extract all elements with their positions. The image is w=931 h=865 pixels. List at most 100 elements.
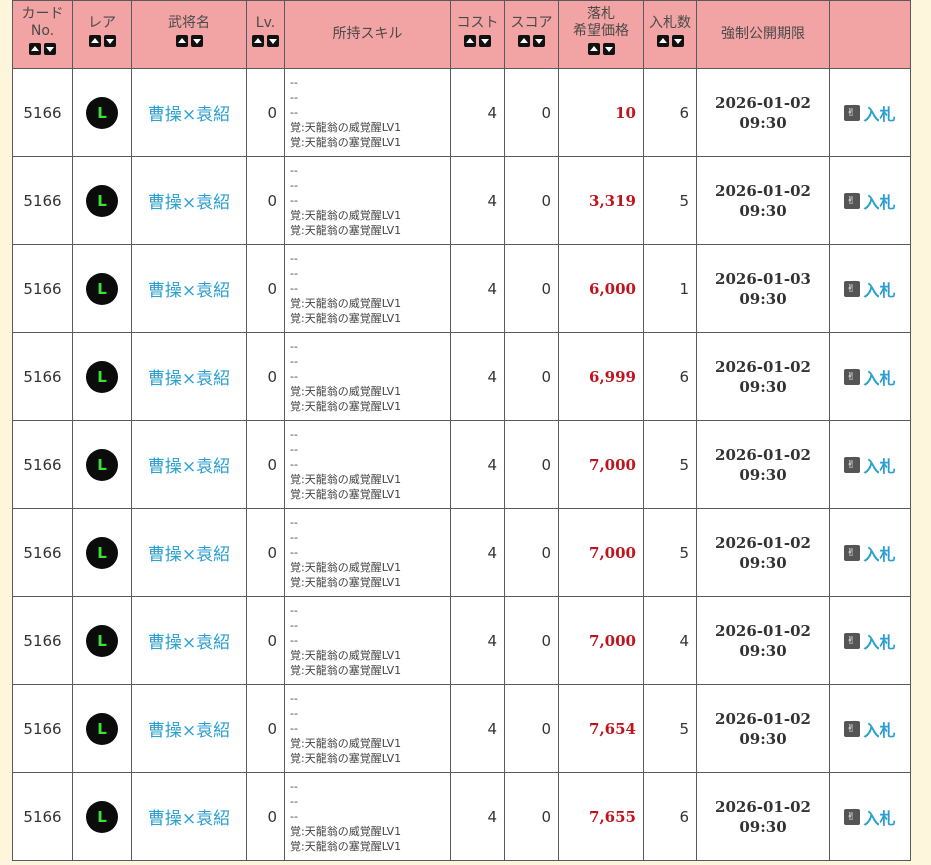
general-name-link[interactable]: 曹操×袁紹 bbox=[148, 193, 230, 213]
skill-line: 覚:天龍翁の威覚醒LV1 bbox=[290, 297, 402, 310]
action-cell: 入札 bbox=[829, 684, 911, 773]
bid-label: 入札 bbox=[863, 632, 896, 652]
card-no: 5166 bbox=[12, 332, 73, 421]
bid-button[interactable]: 入札 bbox=[844, 453, 896, 477]
deadline-time: 09:30 bbox=[739, 201, 787, 220]
rarity-badge-icon: L bbox=[86, 624, 118, 657]
sort-asc-icon[interactable] bbox=[518, 35, 530, 47]
bid-button[interactable]: 入札 bbox=[844, 717, 896, 741]
bid-label: 入札 bbox=[863, 720, 896, 740]
action-cell: 入札 bbox=[829, 772, 911, 861]
general-name-cell: 曹操×袁紹 bbox=[131, 684, 247, 773]
general-name-cell: 曹操×袁紹 bbox=[131, 156, 247, 245]
sort-desc-icon[interactable] bbox=[671, 35, 684, 47]
bid-label: 入札 bbox=[863, 368, 896, 388]
skill-line: -- bbox=[290, 76, 298, 89]
general-name-link[interactable]: 曹操×袁紹 bbox=[148, 281, 230, 301]
skill-line: 覚:天龍翁の威覚醒LV1 bbox=[290, 473, 402, 486]
skill-line: 覚:天龍翁の威覚醒LV1 bbox=[290, 561, 402, 574]
sort-asc-icon[interactable] bbox=[464, 35, 476, 47]
sort-desc-icon[interactable] bbox=[479, 35, 491, 47]
skills-cell: -- -- -- 覚:天龍翁の威覚醒LV1 覚:天龍翁の塞覚醒LV1 bbox=[284, 420, 451, 509]
score: 0 bbox=[504, 420, 559, 509]
desired-price: 7,654 bbox=[558, 684, 644, 773]
level: 0 bbox=[246, 508, 285, 597]
sort-desc-icon[interactable] bbox=[602, 43, 615, 55]
bid-button[interactable]: 入札 bbox=[844, 189, 896, 213]
table-row: 5166 L 曹操×袁紹 0 -- -- -- 覚:天龍翁の威覚醒LV1 覚:天龍翁の塞… bbox=[12, 332, 911, 421]
score: 0 bbox=[504, 68, 559, 157]
action-cell: 入札 bbox=[829, 332, 911, 421]
deadline-date: 2026-01-02 bbox=[715, 709, 811, 728]
skills-cell: -- -- -- 覚:天龍翁の威覚醒LV1 覚:天龍翁の塞覚醒LV1 bbox=[284, 244, 451, 333]
action-cell: 入札 bbox=[829, 596, 911, 685]
header-card-no: カード No. bbox=[12, 0, 73, 69]
header-skills-label: 所持スキル bbox=[332, 26, 403, 42]
skill-line: 覚:天龍翁の塞覚醒LV1 bbox=[290, 576, 402, 589]
card-no: 5166 bbox=[12, 244, 73, 333]
level: 0 bbox=[246, 244, 285, 333]
bid-button[interactable]: 入札 bbox=[844, 365, 896, 389]
sort-card-no bbox=[29, 43, 56, 55]
deadline-date: 2026-01-02 bbox=[715, 621, 811, 640]
card-no: 5166 bbox=[12, 156, 73, 245]
skill-line: -- bbox=[290, 267, 298, 280]
card-no: 5166 bbox=[12, 420, 73, 509]
skills-cell: -- -- -- 覚:天龍翁の威覚醒LV1 覚:天龍翁の塞覚醒LV1 bbox=[284, 508, 451, 597]
skill-line: -- bbox=[290, 164, 298, 177]
header-rarity: レア bbox=[72, 0, 132, 69]
header-cost-label: コスト bbox=[456, 15, 499, 31]
skill-line: -- bbox=[290, 722, 298, 735]
general-name-link[interactable]: 曹操×袁紹 bbox=[148, 369, 230, 389]
bid-hand-icon bbox=[844, 808, 861, 825]
bid-button[interactable]: 入札 bbox=[844, 277, 896, 301]
sort-asc-icon[interactable] bbox=[252, 35, 264, 47]
deadline-time: 09:30 bbox=[739, 377, 787, 396]
header-price-line2: 希望価格 bbox=[573, 23, 629, 39]
score: 0 bbox=[504, 772, 559, 861]
auction-list: カード No. レア 武将名 Lv. 所持スキル コスト スコア 落札 希望価格… bbox=[12, 0, 911, 861]
deadline: 2026-01-02 09:30 bbox=[696, 332, 830, 421]
level: 0 bbox=[246, 68, 285, 157]
deadline-time: 09:30 bbox=[739, 289, 787, 308]
general-name-cell: 曹操×袁紹 bbox=[131, 332, 247, 421]
sort-desc-icon[interactable] bbox=[533, 35, 545, 47]
bid-button[interactable]: 入札 bbox=[844, 101, 896, 125]
skills-cell: -- -- -- 覚:天龍翁の威覚醒LV1 覚:天龍翁の塞覚醒LV1 bbox=[284, 156, 451, 245]
bid-button[interactable]: 入札 bbox=[844, 541, 896, 565]
bid-button[interactable]: 入札 bbox=[844, 805, 896, 829]
skill-line: 覚:天龍翁の塞覚醒LV1 bbox=[290, 488, 402, 501]
header-name: 武将名 bbox=[131, 0, 247, 69]
sort-asc-icon[interactable] bbox=[175, 35, 188, 47]
sort-desc-icon[interactable] bbox=[103, 35, 116, 47]
header-score: スコア bbox=[504, 0, 559, 69]
cost: 4 bbox=[450, 772, 505, 861]
skill-line: 覚:天龍翁の塞覚醒LV1 bbox=[290, 400, 402, 413]
bid-label: 入札 bbox=[863, 456, 896, 476]
skill-line: 覚:天龍翁の塞覚醒LV1 bbox=[290, 840, 402, 853]
sort-desc-icon[interactable] bbox=[267, 35, 279, 47]
general-name-link[interactable]: 曹操×袁紹 bbox=[148, 809, 230, 829]
sort-asc-icon[interactable] bbox=[656, 35, 669, 47]
rarity-badge-icon: L bbox=[86, 536, 118, 569]
cost: 4 bbox=[450, 68, 505, 157]
general-name-link[interactable]: 曹操×袁紹 bbox=[148, 457, 230, 477]
cost: 4 bbox=[450, 332, 505, 421]
action-cell: 入札 bbox=[829, 508, 911, 597]
skills-cell: -- -- -- 覚:天龍翁の威覚醒LV1 覚:天龍翁の塞覚醒LV1 bbox=[284, 596, 451, 685]
sort-desc-icon[interactable] bbox=[190, 35, 203, 47]
sort-desc-icon[interactable] bbox=[44, 43, 56, 55]
deadline-date: 2026-01-02 bbox=[715, 533, 811, 552]
desired-price: 7,655 bbox=[558, 772, 644, 861]
bid-button[interactable]: 入札 bbox=[844, 629, 896, 653]
general-name-link[interactable]: 曹操×袁紹 bbox=[148, 105, 230, 125]
general-name-link[interactable]: 曹操×袁紹 bbox=[148, 633, 230, 653]
header-deadline-label: 強制公開期限 bbox=[721, 26, 805, 42]
sort-asc-icon[interactable] bbox=[587, 43, 600, 55]
sort-asc-icon[interactable] bbox=[88, 35, 101, 47]
sort-asc-icon[interactable] bbox=[29, 43, 41, 55]
general-name-link[interactable]: 曹操×袁紹 bbox=[148, 545, 230, 565]
general-name-link[interactable]: 曹操×袁紹 bbox=[148, 721, 230, 741]
header-deadline: 強制公開期限 bbox=[696, 0, 830, 69]
deadline-time: 09:30 bbox=[739, 729, 787, 748]
